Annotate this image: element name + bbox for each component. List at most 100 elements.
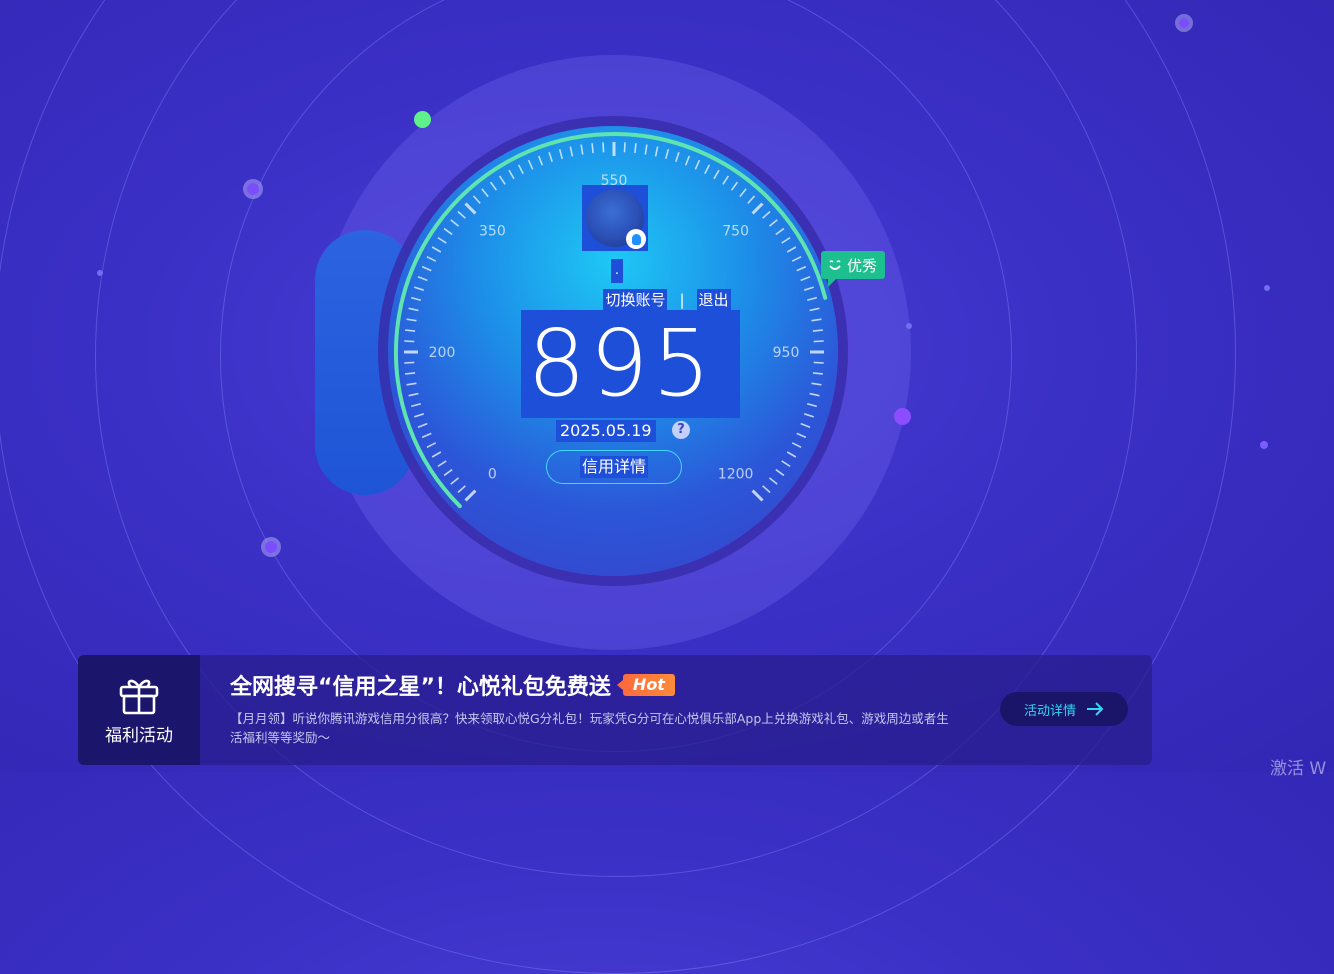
gauge-tick — [800, 422, 811, 429]
green-dot — [414, 111, 431, 128]
gauge-tick — [762, 485, 771, 494]
gauge-tick-label: 950 — [773, 345, 800, 361]
credit-detail-button[interactable]: 信用详情 — [546, 450, 682, 484]
gauge-tick — [426, 442, 437, 449]
banner-description: 【月月领】听说你腾讯游戏信用分很高？快来领取心悦G分礼包！玩家凭G分可在心悦俱乐… — [230, 711, 949, 745]
gauge-tick — [713, 169, 720, 180]
gauge-tick — [405, 372, 416, 375]
gauge-tick — [751, 202, 764, 215]
user-avatar[interactable] — [582, 185, 648, 251]
switch-account-link[interactable]: 切换账号 — [603, 289, 668, 311]
hot-badge: Hot — [616, 674, 675, 696]
arrow-right-icon — [1087, 702, 1104, 716]
gauge-tick — [796, 265, 807, 272]
gauge-tick — [481, 188, 489, 198]
help-icon[interactable]: ? — [672, 421, 690, 439]
gauge-tick — [768, 219, 778, 227]
gauge-tick — [796, 432, 807, 439]
small-dot — [1260, 441, 1268, 449]
gauge-tick — [431, 451, 442, 458]
gauge-tick — [791, 255, 802, 262]
gauge-tick — [417, 275, 428, 282]
gauge-tick — [443, 468, 453, 477]
gauge-tick — [786, 246, 797, 253]
separator: | — [679, 291, 685, 309]
gauge-tick — [437, 236, 447, 244]
gauge-tick — [591, 143, 594, 154]
gauge-tick-label: 350 — [479, 223, 506, 239]
gauge-tick — [548, 152, 553, 163]
gauge-tick — [527, 159, 534, 170]
gauge-tick — [781, 236, 791, 244]
gauge-tick — [644, 144, 648, 155]
gauge-tick — [421, 432, 432, 439]
gauge-tick — [730, 181, 739, 191]
gauge-tick — [464, 489, 477, 502]
gauge-tick — [414, 413, 425, 418]
gauge-tick — [762, 210, 771, 219]
gauge-tick — [464, 202, 477, 215]
gauge-tick — [472, 195, 481, 204]
activity-detail-button[interactable]: 活动详情 — [1000, 692, 1128, 726]
credit-detail-label: 信用详情 — [579, 456, 648, 478]
gauge-tick — [569, 146, 574, 157]
gauge-tick — [417, 422, 428, 429]
gauge-tick — [634, 143, 637, 154]
small-dot — [97, 270, 103, 276]
gauge-tick — [406, 382, 417, 386]
activation-watermark: 激活 W — [1270, 759, 1327, 779]
gauge-tick — [623, 142, 626, 153]
gauge-tick — [450, 477, 460, 485]
gauge-tick — [812, 372, 823, 375]
purple-dot — [247, 183, 259, 195]
gauge-tick — [457, 210, 466, 219]
gauge-tick — [806, 402, 818, 408]
gauge-tick — [558, 148, 564, 160]
gauge-tick-label: 200 — [429, 345, 456, 361]
gauge-tick — [404, 361, 415, 364]
gauge-tick — [437, 460, 447, 468]
gauge-tick — [811, 318, 822, 322]
gauge-tick — [704, 164, 711, 175]
logout-link[interactable]: 退出 — [696, 289, 731, 311]
gauge-tick — [751, 489, 764, 502]
gauge-tick — [813, 340, 824, 343]
gauge-tick — [406, 318, 417, 322]
banner-title[interactable]: 全网搜寻“信用之星”！心悦礼包免费送 Hot — [230, 669, 675, 701]
score-date: 2025.05.19 — [556, 420, 656, 442]
gauge-tick — [768, 477, 778, 485]
gauge-tick — [813, 361, 824, 364]
gauge-tick — [684, 155, 691, 166]
gauge-tick — [811, 382, 822, 386]
gauge-tick — [739, 188, 747, 198]
user-nickname: . — [611, 259, 623, 283]
gauge-tick — [426, 255, 437, 262]
gauge-tick — [517, 164, 524, 175]
gauge-tick — [809, 392, 820, 397]
gauge-tick — [775, 227, 785, 236]
rating-label: 优秀 — [847, 256, 878, 275]
gauge-tick — [498, 175, 506, 185]
activity-label: 福利活动 — [105, 725, 173, 746]
gauge-tick — [812, 329, 823, 332]
gauge-tick — [786, 451, 797, 458]
gauge-tick — [803, 413, 814, 418]
gauge-tick — [722, 175, 730, 185]
gauge-tick — [431, 246, 442, 253]
gauge-tick — [457, 485, 466, 494]
gauge-tick — [537, 155, 544, 166]
gauge-tick — [775, 468, 785, 477]
gauge-tick — [800, 275, 811, 282]
purple-dot — [1179, 18, 1189, 28]
gauge-tick — [747, 195, 756, 204]
activity-banner: 福利活动 全网搜寻“信用之星”！心悦礼包免费送 Hot 【月月领】听说你腾讯游戏… — [78, 655, 1152, 765]
activity-section[interactable]: 福利活动 — [78, 655, 200, 765]
gauge-tick — [654, 146, 659, 157]
purple-dot — [894, 408, 911, 425]
credit-score: 895 — [527, 310, 715, 417]
activity-detail-label: 活动详情 — [1023, 703, 1076, 719]
small-dot — [906, 323, 912, 329]
qq-icon — [626, 229, 646, 249]
gauge-tick — [508, 169, 515, 180]
gauge-tick — [694, 159, 701, 170]
